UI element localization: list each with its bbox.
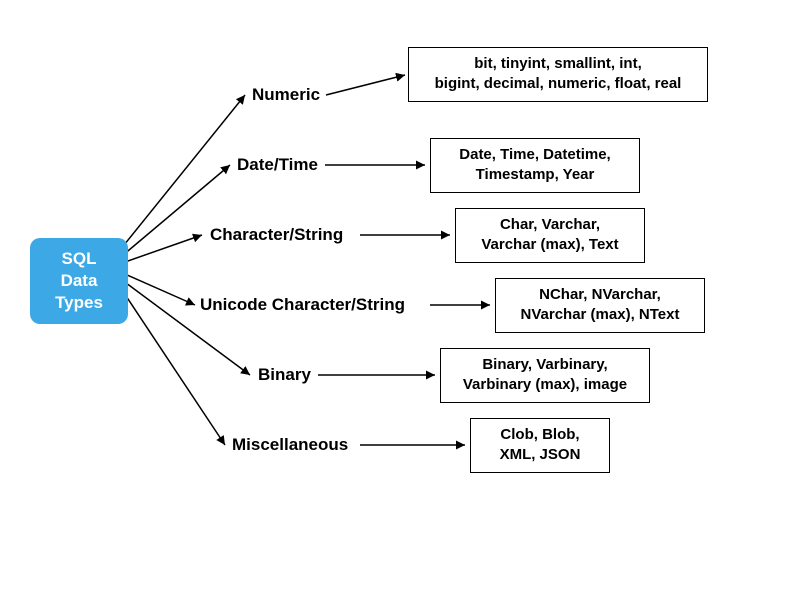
detail-box-datetime: Date, Time, Datetime,Timestamp, Year: [430, 138, 640, 193]
detail-box-numeric: bit, tinyint, smallint, int,bigint, deci…: [408, 47, 708, 102]
detail-box-miscellaneous: Clob, Blob,XML, JSON: [470, 418, 610, 473]
category-label-unicode-character-string: Unicode Character/String: [200, 295, 405, 315]
diagram-canvas: SQL DataTypes Numeric Date/Time Characte…: [0, 0, 800, 600]
category-label-character-string: Character/String: [210, 225, 343, 245]
detail-box-unicode-character-string: NChar, NVarchar,NVarchar (max), NText: [495, 278, 705, 333]
category-label-datetime: Date/Time: [237, 155, 318, 175]
category-label-miscellaneous: Miscellaneous: [232, 435, 348, 455]
root-node: SQL DataTypes: [30, 238, 128, 324]
detail-box-binary: Binary, Varbinary,Varbinary (max), image: [440, 348, 650, 403]
category-label-numeric: Numeric: [252, 85, 320, 105]
category-label-binary: Binary: [258, 365, 311, 385]
detail-box-character-string: Char, Varchar,Varchar (max), Text: [455, 208, 645, 263]
